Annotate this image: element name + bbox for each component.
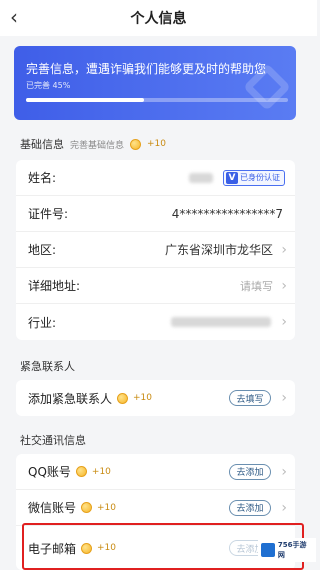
row-label: 添加紧急联系人 +10 [28, 390, 152, 407]
add-qq-button[interactable]: 去添加 [229, 463, 271, 480]
name-row[interactable]: 姓名: V 已身份认证 [16, 160, 295, 196]
coin-icon [81, 502, 93, 513]
watermark: 756手游网 [258, 538, 316, 562]
emergency-contact-row[interactable]: 添加紧急联系人 +10 去填写 › [16, 380, 295, 416]
qq-row[interactable]: QQ账号 +10 去添加 › [16, 454, 295, 490]
top-bar: ‹ 个人信息 [0, 0, 317, 36]
verified-v-icon: V [226, 171, 238, 184]
add-wechat-button[interactable]: 去添加 [229, 499, 271, 516]
address-placeholder: 请填写 [240, 279, 273, 293]
reward-label: +10 [91, 466, 111, 477]
reward-label: +10 [97, 543, 117, 553]
verified-badge: V 已身份认证 [223, 169, 285, 186]
section-title: 基础信息 [20, 138, 64, 151]
qq-label: QQ账号 [28, 465, 71, 479]
chevron-right-icon: › [281, 390, 287, 406]
chevron-right-icon: › [281, 499, 287, 516]
row-label: 电子邮箱 +10 [28, 540, 116, 557]
section-title: 紧急联系人 [20, 360, 75, 373]
page-title: 个人信息 [130, 11, 187, 27]
coin-icon [75, 466, 87, 477]
section-title: 社交通讯信息 [20, 434, 86, 447]
reward-label: +10 [97, 502, 117, 513]
watermark-logo-icon [261, 543, 275, 557]
social-card: QQ账号 +10 去添加 › 微信账号 +10 去添加 › 电子邮箱 +10 去… [16, 454, 295, 570]
chevron-right-icon: › [281, 241, 287, 258]
watermark-text: 756手游网 [277, 541, 307, 559]
address-row[interactable]: 详细地址: 请填写 › [16, 268, 295, 304]
region-row[interactable]: 地区: 广东省深圳市龙华区 › [16, 232, 295, 268]
progress-bar [26, 98, 288, 102]
id-row[interactable]: 证件号: 4****************7 [16, 196, 295, 232]
email-label: 电子邮箱 [28, 541, 77, 556]
row-label: QQ账号 +10 [28, 463, 111, 480]
chevron-right-icon: › [281, 277, 287, 294]
progress-label: 已完善 45% [26, 81, 71, 90]
name-redacted [189, 172, 213, 183]
email-row[interactable]: 电子邮箱 +10 去添加 [16, 526, 295, 570]
chevron-right-icon: › [281, 314, 287, 330]
reward-label: +10 [147, 139, 167, 149]
emergency-card: 添加紧急联系人 +10 去填写 › [16, 380, 295, 416]
completion-banner: 完善信息，遭遇诈骗我们能够更及时的帮助您 已完善 45% [14, 46, 296, 120]
basic-info-card: 姓名: V 已身份认证 证件号: 4****************7 地区: … [16, 160, 295, 340]
coin-icon [130, 138, 142, 150]
industry-row[interactable]: 行业: › [16, 304, 295, 340]
progress-fill [26, 98, 144, 102]
row-label: 微信账号 +10 [28, 499, 116, 516]
industry-redacted [171, 317, 271, 327]
row-label: 姓名: [28, 171, 57, 185]
emergency-header: 紧急联系人 [20, 358, 75, 374]
social-header: 社交通讯信息 [20, 432, 86, 448]
fill-in-button[interactable]: 去填写 [229, 390, 271, 406]
id-value: 4****************7 [171, 206, 283, 221]
wechat-label: 微信账号 [28, 501, 77, 515]
coin-icon [81, 542, 93, 554]
back-icon[interactable]: ‹ [10, 5, 18, 29]
emergency-add-label: 添加紧急联系人 [28, 391, 113, 406]
row-label: 行业: [28, 315, 57, 330]
row-label: 地区: [28, 243, 57, 257]
row-label: 证件号: [28, 207, 69, 221]
chevron-right-icon: › [281, 463, 287, 480]
section-subtitle: 完善基础信息 [70, 140, 125, 151]
basic-info-header: 基础信息 完善基础信息 +10 [20, 136, 166, 152]
verified-badge-text: 已身份认证 [240, 173, 280, 182]
region-value: 广东省深圳市龙华区 [164, 243, 273, 257]
banner-message: 完善信息，遭遇诈骗我们能够更及时的帮助您 [26, 62, 267, 76]
reward-label: +10 [133, 393, 153, 403]
row-label: 详细地址: [28, 279, 81, 293]
coin-icon [117, 392, 129, 404]
wechat-row[interactable]: 微信账号 +10 去添加 › [16, 490, 295, 526]
